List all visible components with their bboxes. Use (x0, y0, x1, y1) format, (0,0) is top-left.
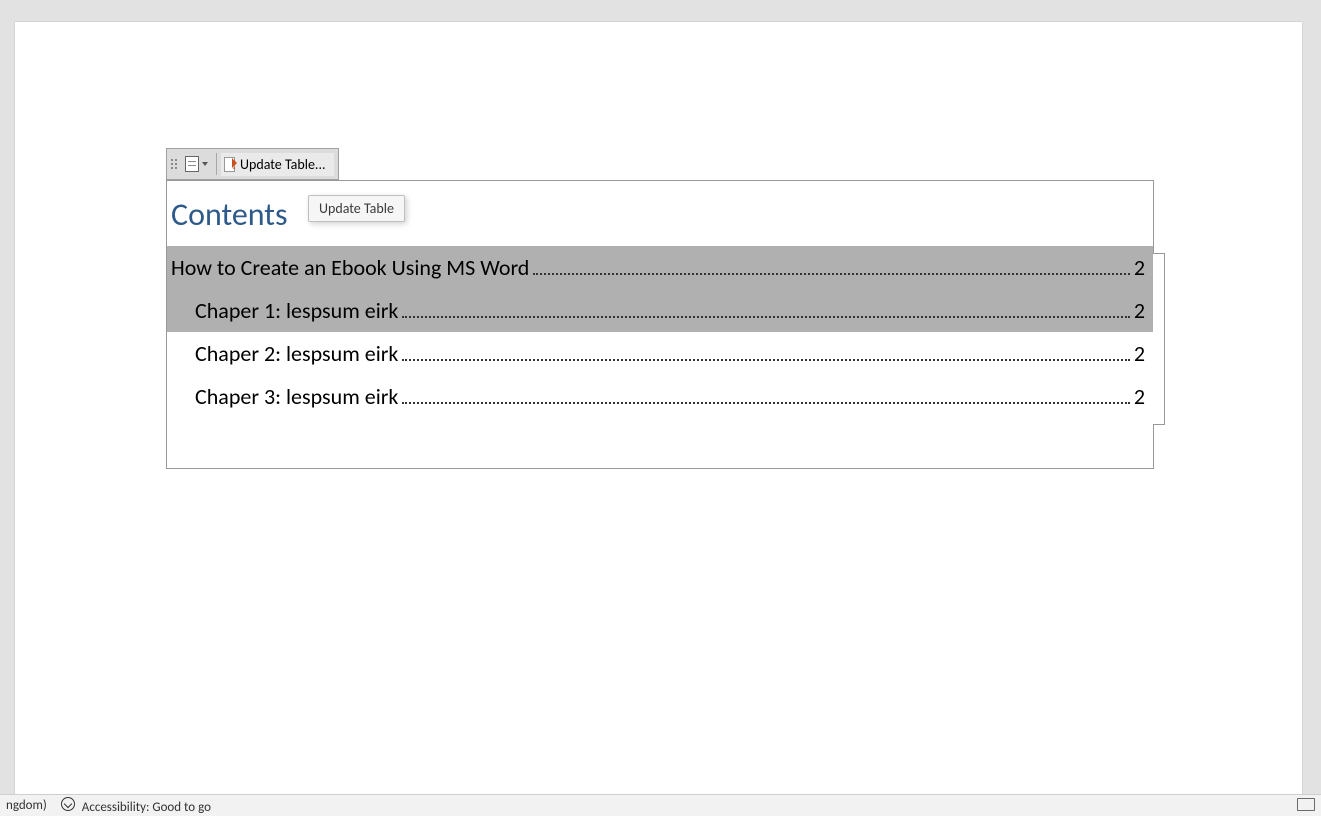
toolbar-grip-icon (171, 159, 177, 169)
toc-entry-page: 2 (1134, 294, 1145, 327)
toc-entry[interactable]: Chaper 3: lespsum eirk 2 (167, 375, 1153, 418)
toc-entry[interactable]: Chaper 1: lespsum eirk 2 (167, 289, 1153, 332)
toc-leader-dots (402, 359, 1129, 361)
update-page-icon: ! (224, 157, 235, 172)
toc-entry-page: 2 (1134, 380, 1145, 413)
toc-entry[interactable]: Chaper 2: lespsum eirk 2 (167, 332, 1153, 375)
status-right (1297, 798, 1315, 814)
toc-entry-text: Chaper 2: lespsum eirk (195, 337, 398, 370)
toc-entry-page: 2 (1134, 251, 1145, 284)
toc-mini-toolbar: ! Update Table... (166, 148, 339, 180)
toc-options-button[interactable] (181, 154, 212, 174)
toc-right-tab (1153, 253, 1165, 425)
status-accessibility[interactable]: Accessibility: Good to go (61, 797, 211, 815)
toc-leader-dots (533, 273, 1129, 275)
toc-body: Contents How to Create an Ebook Using MS… (166, 180, 1154, 469)
document-page: ! Update Table... Contents How to Create… (15, 22, 1302, 794)
toc-entry[interactable]: How to Create an Ebook Using MS Word 2 (167, 246, 1153, 289)
update-table-button[interactable]: ! Update Table... (221, 153, 334, 176)
toc-entry-text: How to Create an Ebook Using MS Word (171, 251, 529, 284)
tooltip-text: Update Table (319, 200, 394, 217)
toc-entry-text: Chaper 3: lespsum eirk (195, 380, 398, 413)
status-bar: ngdom) Accessibility: Good to go (0, 794, 1321, 816)
read-mode-icon[interactable] (1297, 798, 1315, 810)
toc-leader-dots (402, 402, 1129, 404)
accessibility-icon (61, 797, 75, 811)
status-language[interactable]: ngdom) (6, 798, 47, 813)
update-table-tooltip: Update Table (308, 195, 405, 222)
toc-entry-page: 2 (1134, 337, 1145, 370)
chevron-down-icon (202, 162, 208, 166)
toolbar-divider (216, 153, 217, 175)
update-table-label: Update Table... (240, 156, 326, 173)
toc-entry-text: Chaper 1: lespsum eirk (195, 294, 398, 327)
accessibility-text: Accessibility: Good to go (82, 800, 211, 815)
toc-leader-dots (402, 316, 1129, 318)
document-icon (185, 156, 199, 172)
